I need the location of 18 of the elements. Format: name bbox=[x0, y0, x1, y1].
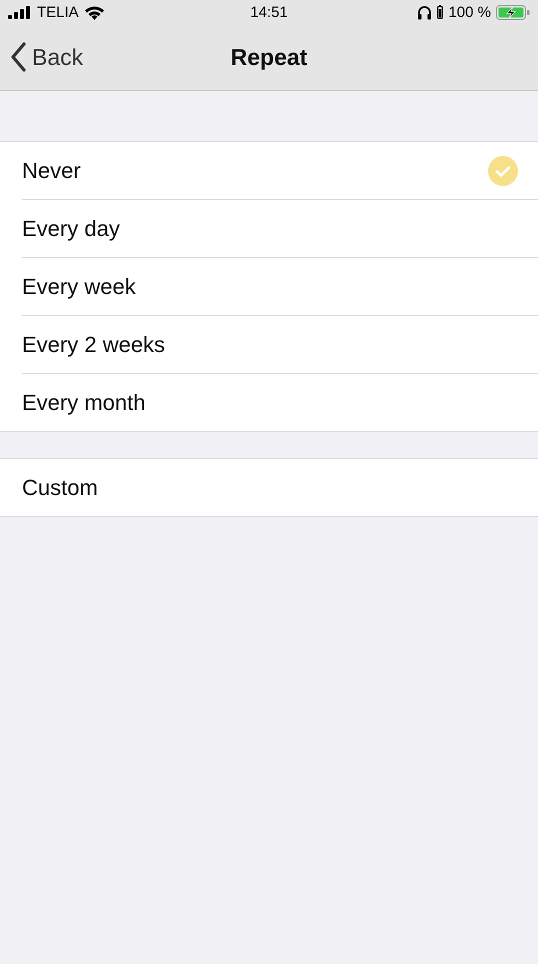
chevron-left-icon bbox=[10, 42, 26, 72]
checkmark-icon bbox=[488, 156, 518, 186]
headphones-icon bbox=[417, 4, 432, 20]
battery-charging-icon bbox=[496, 4, 530, 20]
repeat-option[interactable]: Custom bbox=[22, 459, 538, 516]
repeat-option[interactable]: Every 2 weeks bbox=[22, 315, 538, 373]
repeat-option[interactable]: Every month bbox=[22, 373, 538, 431]
screen-title: Repeat bbox=[230, 44, 308, 70]
repeat-option[interactable]: Every week bbox=[22, 257, 538, 315]
carrier-name: TELIA bbox=[37, 4, 79, 20]
repeat-option[interactable]: Never bbox=[22, 142, 538, 199]
battery-percent: 100 % bbox=[448, 4, 492, 20]
device-battery-icon bbox=[437, 5, 444, 19]
clock-time: 14:51 bbox=[250, 4, 288, 20]
signal-icon bbox=[8, 6, 32, 18]
back-button[interactable]: Back bbox=[0, 42, 94, 72]
wifi-icon bbox=[84, 4, 105, 20]
repeat-option[interactable]: Every day bbox=[22, 199, 538, 257]
